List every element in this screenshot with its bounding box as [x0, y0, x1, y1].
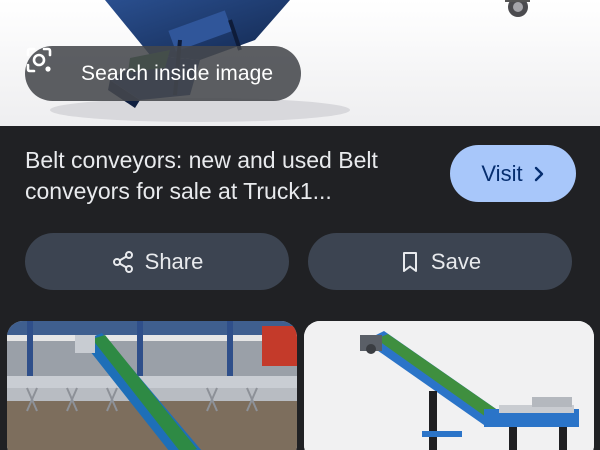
share-button[interactable]: Share: [25, 233, 289, 290]
visit-label: Visit: [481, 160, 523, 186]
search-inside-image-button[interactable]: Search inside image: [25, 46, 301, 101]
lens-camera-icon: [26, 47, 67, 88]
visit-button[interactable]: Visit: [450, 145, 576, 202]
share-label: Share: [144, 248, 204, 274]
bookmark-icon: [399, 250, 421, 274]
chevron-right-icon: [533, 166, 545, 182]
related-image-card[interactable]: [304, 321, 594, 450]
incline-conveyor-image: [304, 321, 594, 450]
warehouse-conveyor-image: [7, 321, 297, 450]
save-button[interactable]: Save: [308, 233, 572, 290]
related-image-card[interactable]: [7, 321, 297, 450]
save-label: Save: [430, 248, 482, 274]
result-title[interactable]: Belt conveyors: new and used Belt convey…: [25, 145, 435, 207]
search-inside-image-label: Search inside image: [81, 61, 274, 85]
image-result-page: Search inside image Belt conveyors: new …: [0, 0, 600, 450]
share-icon: [111, 250, 135, 274]
result-image[interactable]: Search inside image: [0, 0, 600, 126]
